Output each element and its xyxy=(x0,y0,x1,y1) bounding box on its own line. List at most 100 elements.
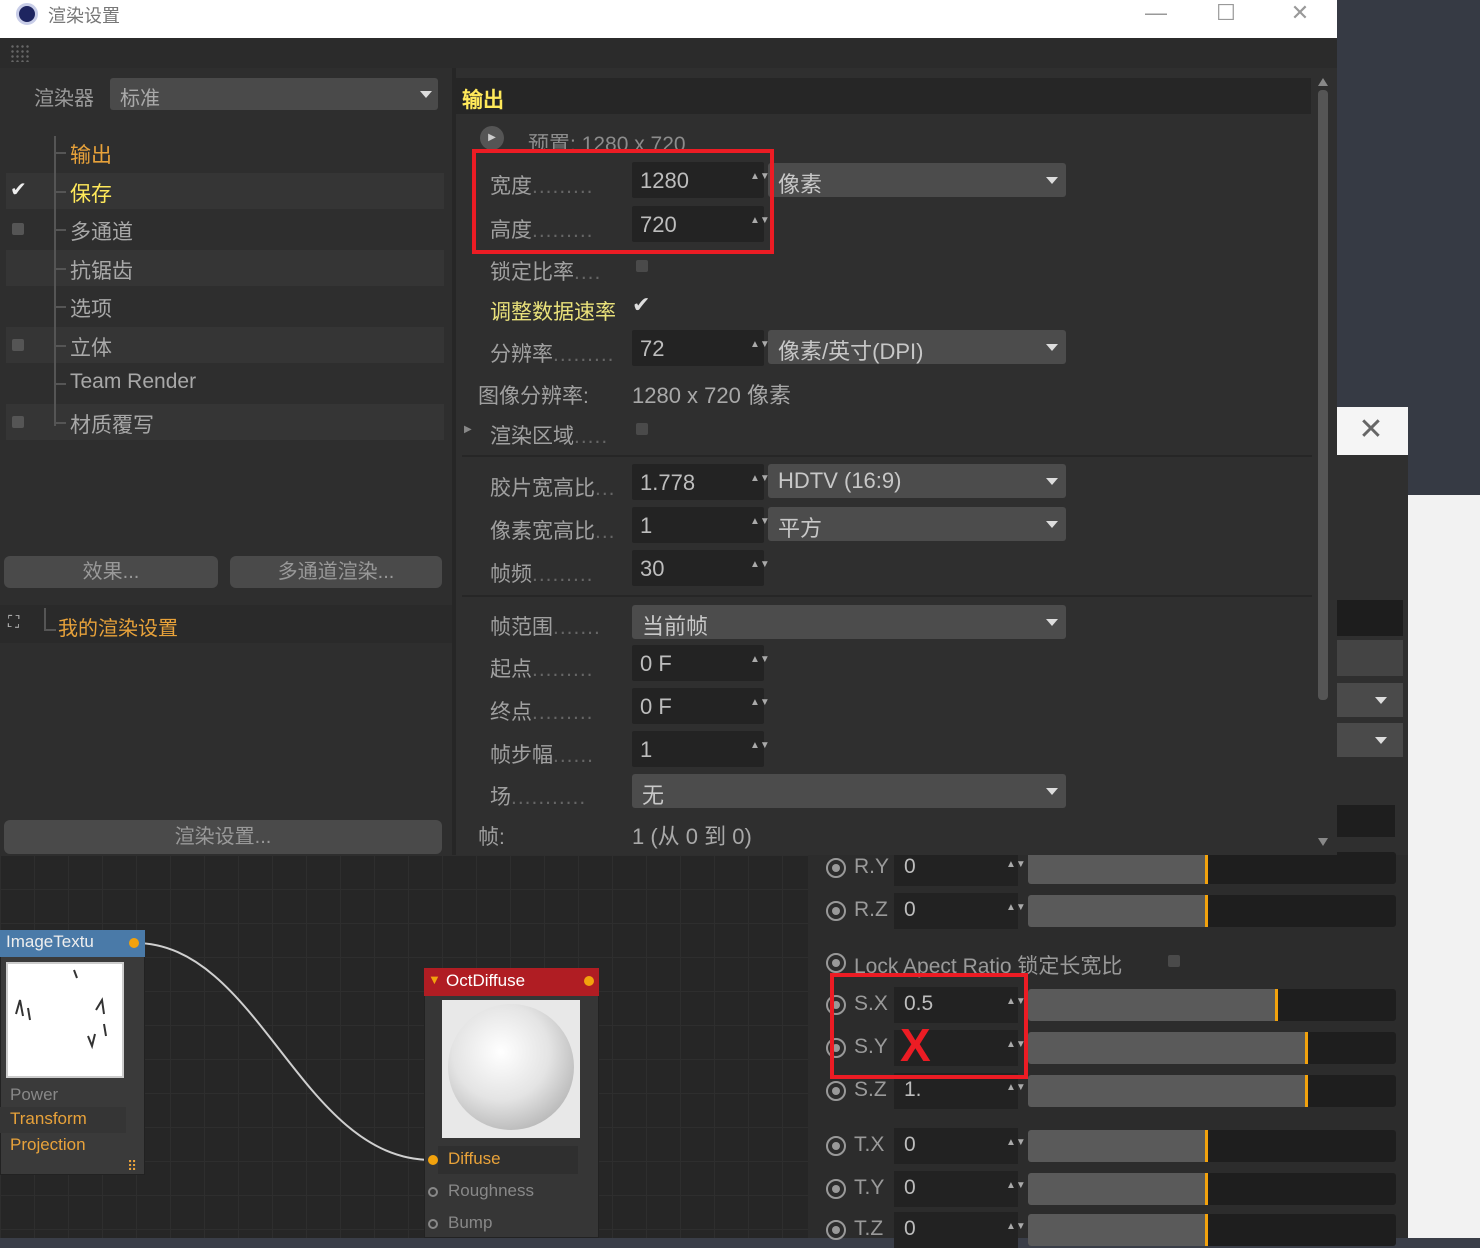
chevron-down-icon xyxy=(1046,478,1058,485)
start-input[interactable]: 0 F ▲▼ xyxy=(632,645,770,681)
expand-icon[interactable]: ⛶ xyxy=(8,614,19,632)
field-dropdown[interactable]: 无 xyxy=(632,774,1066,808)
tree-item-label: 保存 xyxy=(70,183,112,206)
resize-handle-icon[interactable]: ⠿ xyxy=(127,1158,137,1175)
input-port-roughness[interactable] xyxy=(428,1187,438,1197)
background-window xyxy=(1408,495,1480,1238)
scroll-down-arrow-icon[interactable] xyxy=(1318,838,1328,846)
end-text: 终点 xyxy=(490,701,532,724)
frame-step-input[interactable]: 1 ▲▼ xyxy=(632,731,770,767)
attr-slider-handle[interactable] xyxy=(1205,1173,1208,1205)
attr-slider-handle[interactable] xyxy=(1205,895,1208,927)
film-aspect-text: 胶片宽高比 xyxy=(490,477,595,500)
adjust-data-rate-checkbox[interactable]: ✔ xyxy=(632,292,650,318)
grip-icon[interactable] xyxy=(10,44,30,62)
popup-dropdown[interactable] xyxy=(1337,723,1403,757)
stepper-icon[interactable]: ▲▼ xyxy=(1006,1138,1026,1153)
pixel-aspect-dropdown[interactable]: 平方 xyxy=(768,507,1066,541)
attr-radio-button[interactable] xyxy=(826,1220,846,1240)
attr-slider-handle[interactable] xyxy=(1305,1075,1308,1107)
output-port[interactable] xyxy=(584,976,594,986)
attr-slider-handle[interactable] xyxy=(1305,1032,1308,1064)
attr-slider-handle[interactable] xyxy=(1275,989,1278,1021)
tree-item-label: 输出 xyxy=(70,144,112,167)
film-aspect-dropdown[interactable]: HDTV (16:9) xyxy=(768,464,1066,498)
attr-radio-button[interactable] xyxy=(826,1081,846,1101)
popup-strip xyxy=(1337,600,1403,636)
lock-ratio-radio[interactable] xyxy=(826,953,846,973)
attr-radio-button[interactable] xyxy=(826,1136,846,1156)
frames-label: 帧: xyxy=(478,826,505,849)
collapse-triangle-icon[interactable]: ▼ xyxy=(428,972,441,987)
stepper-icon[interactable]: ▲▼ xyxy=(1006,1222,1026,1237)
render-settings-button[interactable]: 渲染设置... xyxy=(4,820,442,854)
stepper-icon[interactable]: ▲▼ xyxy=(750,560,770,575)
minimize-button[interactable]: — xyxy=(1136,0,1176,28)
stepper-icon[interactable]: ▲▼ xyxy=(1006,860,1026,875)
attr-radio-button[interactable] xyxy=(826,858,846,878)
input-port-diffuse[interactable] xyxy=(428,1155,438,1165)
start-value: 0 F xyxy=(640,651,672,676)
attr-radio-button[interactable] xyxy=(826,901,846,921)
stepper-icon[interactable]: ▲▼ xyxy=(750,698,770,713)
port-roughness[interactable]: Roughness xyxy=(448,1181,534,1201)
stepper-icon[interactable]: ▲▼ xyxy=(750,474,770,489)
end-input[interactable]: 0 F ▲▼ xyxy=(632,688,770,724)
fps-input[interactable]: 30 ▲▼ xyxy=(632,550,770,586)
expand-arrow-icon[interactable]: ▶ xyxy=(464,424,472,435)
attr-label: T.Z xyxy=(854,1217,884,1240)
port-power[interactable]: Power xyxy=(10,1085,58,1105)
attr-slider-handle[interactable] xyxy=(1205,852,1208,884)
unit-dropdown[interactable]: 像素 xyxy=(768,163,1066,197)
render-region-label: 渲染区域..... xyxy=(490,425,609,448)
resolution-unit-dropdown[interactable]: 像素/英寸(DPI) xyxy=(768,330,1066,364)
close-button[interactable]: ✕ xyxy=(1280,0,1320,28)
multipass-render-button[interactable]: 多通道渲染... xyxy=(230,556,442,588)
tree-connector xyxy=(44,608,46,630)
preset-expand-icon[interactable]: ▶ xyxy=(480,126,504,150)
frame-step-text: 帧步幅 xyxy=(490,744,553,767)
tree-item-checkbox[interactable] xyxy=(12,223,24,235)
lock-ratio-checkbox[interactable] xyxy=(636,260,648,272)
popup-body xyxy=(1337,455,1408,855)
attr-slider-fill xyxy=(1028,1173,1208,1205)
output-port[interactable] xyxy=(129,938,139,948)
popup-close-button[interactable]: ✕ xyxy=(1355,412,1387,448)
tree-item-checkmark[interactable]: ✔ xyxy=(10,177,27,202)
render-region-checkbox[interactable] xyxy=(636,423,648,435)
resolution-unit-value: 像素/英寸(DPI) xyxy=(778,339,924,364)
effects-button[interactable]: 效果... xyxy=(4,556,218,588)
film-aspect-value: 1.778 xyxy=(640,470,696,495)
film-aspect-input[interactable]: 1.778 ▲▼ xyxy=(632,464,770,500)
pixel-aspect-input[interactable]: 1 ▲▼ xyxy=(632,507,770,543)
stepper-icon[interactable]: ▲▼ xyxy=(1006,1083,1026,1098)
stepper-icon[interactable]: ▲▼ xyxy=(750,340,770,355)
stepper-icon[interactable]: ▲▼ xyxy=(1006,1181,1026,1196)
stepper-icon[interactable]: ▲▼ xyxy=(750,517,770,532)
port-projection[interactable]: Projection xyxy=(10,1135,86,1155)
attr-slider-handle[interactable] xyxy=(1205,1130,1208,1162)
maximize-button[interactable]: ☐ xyxy=(1206,0,1246,28)
scroll-up-arrow-icon[interactable] xyxy=(1318,78,1328,86)
lock-aspect-ratio-checkbox[interactable] xyxy=(1168,955,1180,967)
tree-item-checkbox[interactable] xyxy=(12,339,24,351)
port-diffuse[interactable]: Diffuse xyxy=(448,1149,501,1169)
port-transform[interactable]: Transform xyxy=(10,1109,87,1129)
texture-preview-image xyxy=(15,969,107,1050)
resolution-input[interactable]: 72 ▲▼ xyxy=(632,330,770,366)
scrollbar-thumb[interactable] xyxy=(1318,90,1328,700)
attr-radio-button[interactable] xyxy=(826,1179,846,1199)
pixel-aspect-text: 像素宽高比 xyxy=(490,520,595,543)
attr-slider-handle[interactable] xyxy=(1205,1214,1208,1246)
port-bump[interactable]: Bump xyxy=(448,1213,492,1233)
stepper-icon[interactable]: ▲▼ xyxy=(1006,903,1026,918)
frame-range-dropdown[interactable]: 当前帧 xyxy=(632,605,1066,639)
cinema4d-logo-icon xyxy=(16,3,38,25)
popup-dropdown[interactable] xyxy=(1337,683,1403,717)
pixel-aspect-value: 1 xyxy=(640,513,653,538)
tree-item-checkbox[interactable] xyxy=(12,416,24,428)
input-port-bump[interactable] xyxy=(428,1219,438,1229)
stepper-icon[interactable]: ▲▼ xyxy=(750,741,770,756)
chevron-down-icon xyxy=(1046,619,1058,626)
stepper-icon[interactable]: ▲▼ xyxy=(750,655,770,670)
